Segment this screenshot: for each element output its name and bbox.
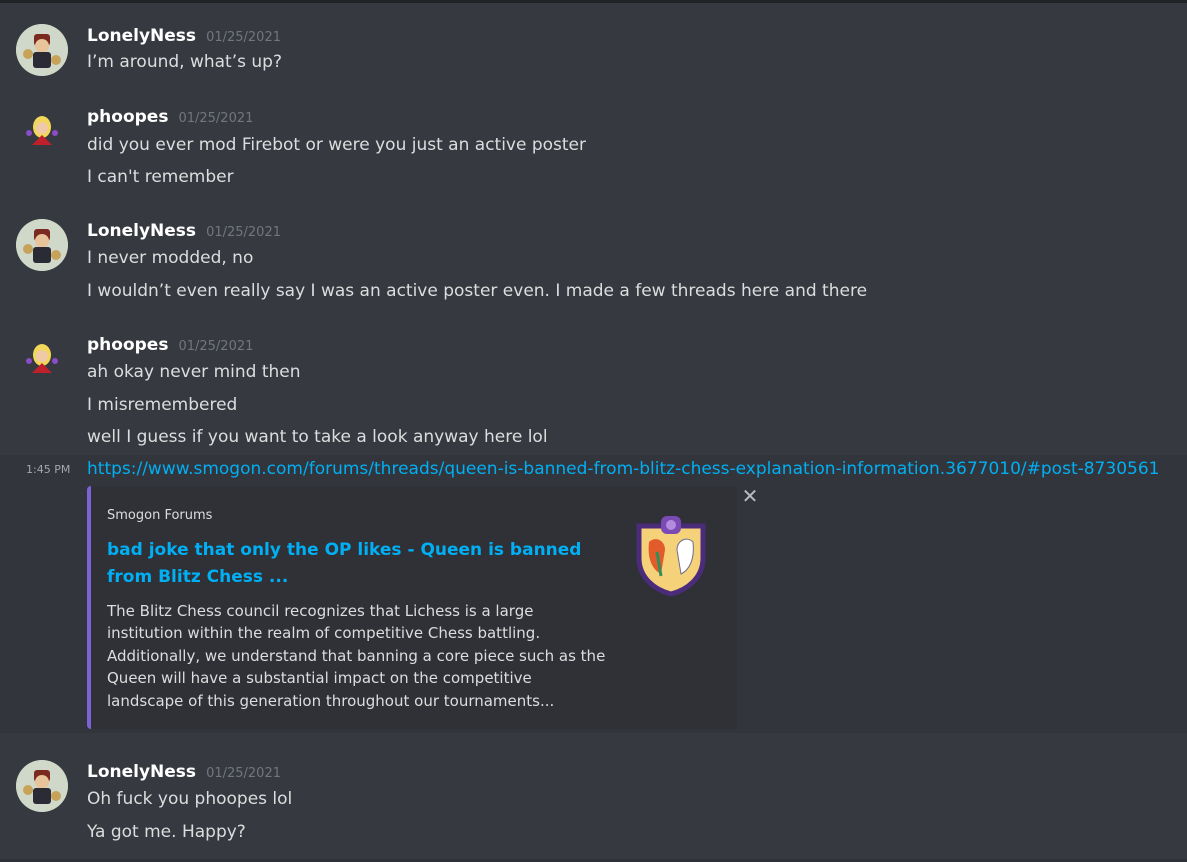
timestamp: 01/25/2021 <box>178 339 254 354</box>
avatar-phoopes[interactable] <box>16 105 68 157</box>
avatar-lonelyness[interactable] <box>16 760 68 812</box>
username[interactable]: LonelyNess <box>87 221 196 241</box>
top-border <box>0 0 1187 3</box>
close-icon[interactable]: ✕ <box>740 486 760 506</box>
username[interactable]: LonelyNess <box>87 26 196 46</box>
message-header: LonelyNess 01/25/2021 <box>87 762 281 782</box>
message-text: I wouldn’t even really say I was an acti… <box>87 281 868 301</box>
message-text: I can't remember <box>87 167 234 187</box>
message-text: well I guess if you want to take a look … <box>87 427 548 447</box>
smogon-logo-icon[interactable] <box>631 512 711 597</box>
message-text: Ya got me. Happy? <box>87 822 246 842</box>
message-text: I’m around, what’s up? <box>87 52 282 72</box>
message-header: LonelyNess 01/25/2021 <box>87 221 281 241</box>
timestamp: 01/25/2021 <box>178 111 254 126</box>
timestamp: 01/25/2021 <box>206 766 281 781</box>
message-header: phoopes 01/25/2021 <box>87 335 253 355</box>
embed-title[interactable]: bad joke that only the OP likes - Queen … <box>107 537 592 591</box>
message-text: ah okay never mind then <box>87 362 301 382</box>
avatar-lonelyness[interactable] <box>16 219 68 271</box>
message-header: phoopes 01/25/2021 <box>87 107 253 127</box>
embed-provider[interactable]: Smogon Forums <box>107 508 212 523</box>
avatar-phoopes[interactable] <box>16 333 68 385</box>
message-header: LonelyNess 01/25/2021 <box>87 26 281 46</box>
message-text: Oh fuck you phoopes lol <box>87 789 293 809</box>
message-hover-timestamp: 1:45 PM <box>26 463 71 476</box>
embed-description: The Blitz Chess council recognizes that … <box>107 602 606 710</box>
message-text: did you ever mod Firebot or were you jus… <box>87 135 587 155</box>
message-text: I misremembered <box>87 395 238 415</box>
timestamp: 01/25/2021 <box>206 30 281 45</box>
message-link[interactable]: https://www.smogon.com/forums/threads/qu… <box>87 459 1159 479</box>
username[interactable]: LonelyNess <box>87 762 196 782</box>
username[interactable]: phoopes <box>87 107 168 127</box>
message-text: I never modded, no <box>87 248 254 268</box>
link-embed: Smogon Forums bad joke that only the OP … <box>87 486 737 729</box>
username[interactable]: phoopes <box>87 335 168 355</box>
timestamp: 01/25/2021 <box>206 225 281 240</box>
avatar-lonelyness[interactable] <box>16 24 68 76</box>
